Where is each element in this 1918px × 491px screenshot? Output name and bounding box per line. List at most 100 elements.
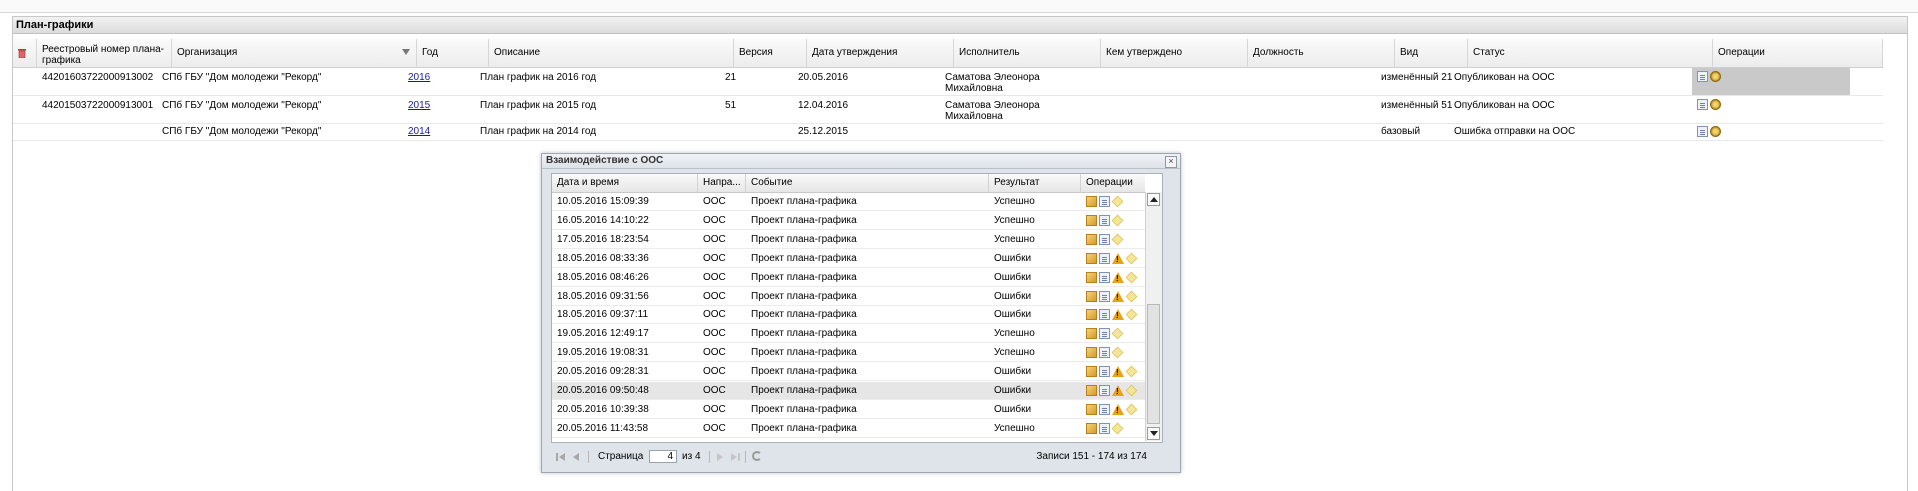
clear-filter-cell[interactable] bbox=[13, 39, 37, 67]
document-icon[interactable] bbox=[1099, 422, 1110, 434]
package-icon[interactable] bbox=[1086, 347, 1097, 359]
document-icon[interactable] bbox=[1099, 309, 1110, 321]
table-row[interactable]: 19.05.2016 12:49:17 ООС Проект плана-графи… bbox=[552, 325, 1145, 344]
table-row[interactable]: 18.05.2016 08:33:36 ООС Проект плана-графи… bbox=[552, 250, 1145, 268]
dialog-title[interactable]: Взаимодействие с ООС bbox=[542, 154, 1180, 169]
first-page-button[interactable] bbox=[556, 453, 565, 461]
col-header-result[interactable]: Результат bbox=[989, 174, 1081, 192]
table-row[interactable]: 20.05.2016 09:28:31 ООС Проект плана-графи… bbox=[552, 363, 1145, 382]
document-icon[interactable] bbox=[1099, 233, 1110, 245]
package-icon[interactable] bbox=[1086, 271, 1097, 283]
document-icon[interactable] bbox=[1099, 366, 1110, 378]
document-icon[interactable] bbox=[1099, 214, 1110, 226]
col-header-status[interactable]: Статус bbox=[1468, 39, 1713, 67]
document-icon[interactable] bbox=[1099, 252, 1110, 264]
warning-icon[interactable] bbox=[1112, 309, 1124, 321]
table-row[interactable]: 18.05.2016 08:46:26 ООС Проект плана-графи… bbox=[552, 269, 1145, 287]
scroll-down-button[interactable] bbox=[1147, 427, 1160, 440]
col-header-position[interactable]: Должность bbox=[1248, 39, 1395, 67]
col-header-event[interactable]: Событие bbox=[746, 174, 989, 192]
package-icon[interactable] bbox=[1086, 196, 1097, 207]
sticky-note-icon[interactable] bbox=[1111, 195, 1124, 208]
document-icon[interactable] bbox=[1099, 290, 1110, 302]
sticky-note-icon[interactable] bbox=[1111, 422, 1124, 435]
table-row[interactable]: 10.05.2016 15:09:39 ООС Проект плана-графи… bbox=[552, 193, 1145, 211]
table-row[interactable]: 18.05.2016 09:31:56 ООС Проект плана-графи… bbox=[552, 288, 1145, 306]
col-header-organization[interactable]: Организация bbox=[172, 39, 417, 67]
col-header-approved-by[interactable]: Кем утверждено bbox=[1101, 39, 1248, 67]
col-header-datetime[interactable]: Дата и время bbox=[552, 174, 698, 192]
package-icon[interactable] bbox=[1086, 252, 1097, 264]
sticky-note-icon[interactable] bbox=[1125, 365, 1138, 378]
package-icon[interactable] bbox=[1086, 233, 1097, 245]
document-icon[interactable] bbox=[1099, 403, 1110, 415]
prev-page-button[interactable] bbox=[573, 453, 579, 461]
table-row[interactable]: 20.05.2016 10:39:38 ООС Проект плана-графи… bbox=[552, 401, 1145, 419]
package-icon[interactable] bbox=[1086, 403, 1097, 415]
emblem-icon[interactable] bbox=[1710, 99, 1721, 110]
page-number-input[interactable]: 4 bbox=[649, 450, 677, 463]
scroll-thumb[interactable] bbox=[1147, 304, 1160, 424]
sticky-note-icon[interactable] bbox=[1111, 327, 1124, 340]
last-page-button[interactable] bbox=[731, 453, 740, 461]
warning-icon[interactable] bbox=[1112, 385, 1124, 396]
col-header-year[interactable]: Год bbox=[417, 39, 489, 67]
next-page-button[interactable] bbox=[717, 453, 723, 461]
col-header-executor[interactable]: Исполнитель bbox=[954, 39, 1101, 67]
vertical-scrollbar[interactable] bbox=[1145, 192, 1162, 441]
table-row[interactable]: 19.05.2016 19:08:31 ООС Проект плана-графи… bbox=[552, 344, 1145, 363]
table-row[interactable]: 44201603722000913002 СПб ГБУ "Дом молоде… bbox=[13, 68, 1883, 96]
package-icon[interactable] bbox=[1086, 309, 1097, 321]
warning-icon[interactable] bbox=[1112, 252, 1124, 264]
col-header-version[interactable]: Версия bbox=[734, 39, 807, 67]
col-header-number[interactable]: Реестровый номер плана-графика bbox=[37, 39, 172, 67]
table-row[interactable]: 44201503722000913001 СПб ГБУ "Дом молоде… bbox=[13, 96, 1883, 124]
row-year-link[interactable]: 2015 bbox=[408, 100, 430, 111]
sticky-note-icon[interactable] bbox=[1111, 346, 1124, 359]
table-row[interactable]: 17.05.2016 18:23:54 ООС Проект плана-графи… bbox=[552, 231, 1145, 249]
document-icon[interactable] bbox=[1697, 99, 1708, 110]
table-row[interactable]: 16.05.2016 14:10:22 ООС Проект плана-графи… bbox=[552, 212, 1145, 230]
table-row[interactable]: 20.05.2016 09:50:48 ООС Проект плана-графи… bbox=[552, 382, 1145, 400]
sticky-note-icon[interactable] bbox=[1111, 214, 1124, 227]
sticky-note-icon[interactable] bbox=[1111, 233, 1124, 246]
table-row[interactable]: 18.05.2016 09:37:11 ООС Проект плана-графи… bbox=[552, 306, 1145, 325]
col-header-approval-date[interactable]: Дата утверждения bbox=[807, 39, 954, 67]
sticky-note-icon[interactable] bbox=[1125, 290, 1138, 302]
sticky-note-icon[interactable] bbox=[1125, 403, 1138, 416]
scroll-up-button[interactable] bbox=[1147, 193, 1160, 206]
col-header-description[interactable]: Описание bbox=[489, 39, 734, 67]
emblem-icon[interactable] bbox=[1710, 71, 1721, 82]
emblem-icon[interactable] bbox=[1710, 126, 1721, 137]
document-icon[interactable] bbox=[1099, 328, 1110, 340]
close-icon[interactable]: × bbox=[1165, 156, 1177, 168]
document-icon[interactable] bbox=[1697, 71, 1708, 82]
table-row[interactable]: СПб ГБУ "Дом молодежи "Рекорд" 2014 План… bbox=[13, 124, 1883, 141]
document-icon[interactable] bbox=[1099, 385, 1110, 396]
row-year-link[interactable]: 2014 bbox=[408, 126, 430, 137]
refresh-icon[interactable] bbox=[752, 451, 762, 461]
table-row[interactable]: 20.05.2016 11:43:58 ООС Проект плана-графи… bbox=[552, 420, 1145, 438]
warning-icon[interactable] bbox=[1112, 290, 1124, 302]
package-icon[interactable] bbox=[1086, 366, 1097, 378]
sticky-note-icon[interactable] bbox=[1125, 252, 1138, 265]
package-icon[interactable] bbox=[1086, 214, 1097, 226]
trash-icon[interactable] bbox=[17, 47, 27, 58]
filter-icon[interactable] bbox=[402, 49, 410, 55]
sticky-note-icon[interactable] bbox=[1125, 384, 1138, 397]
package-icon[interactable] bbox=[1086, 385, 1097, 396]
package-icon[interactable] bbox=[1086, 328, 1097, 340]
document-icon[interactable] bbox=[1099, 196, 1110, 207]
col-header-doc-type[interactable]: Вид документа bbox=[1395, 39, 1468, 67]
row-year-link[interactable]: 2016 bbox=[408, 72, 430, 83]
col-header-direction[interactable]: Напра... bbox=[698, 174, 746, 192]
document-icon[interactable] bbox=[1099, 347, 1110, 359]
sticky-note-icon[interactable] bbox=[1125, 271, 1138, 283]
warning-icon[interactable] bbox=[1112, 271, 1124, 283]
package-icon[interactable] bbox=[1086, 290, 1097, 302]
sticky-note-icon[interactable] bbox=[1125, 309, 1138, 321]
package-icon[interactable] bbox=[1086, 422, 1097, 434]
document-icon[interactable] bbox=[1697, 126, 1708, 137]
document-icon[interactable] bbox=[1099, 271, 1110, 283]
warning-icon[interactable] bbox=[1112, 403, 1124, 415]
